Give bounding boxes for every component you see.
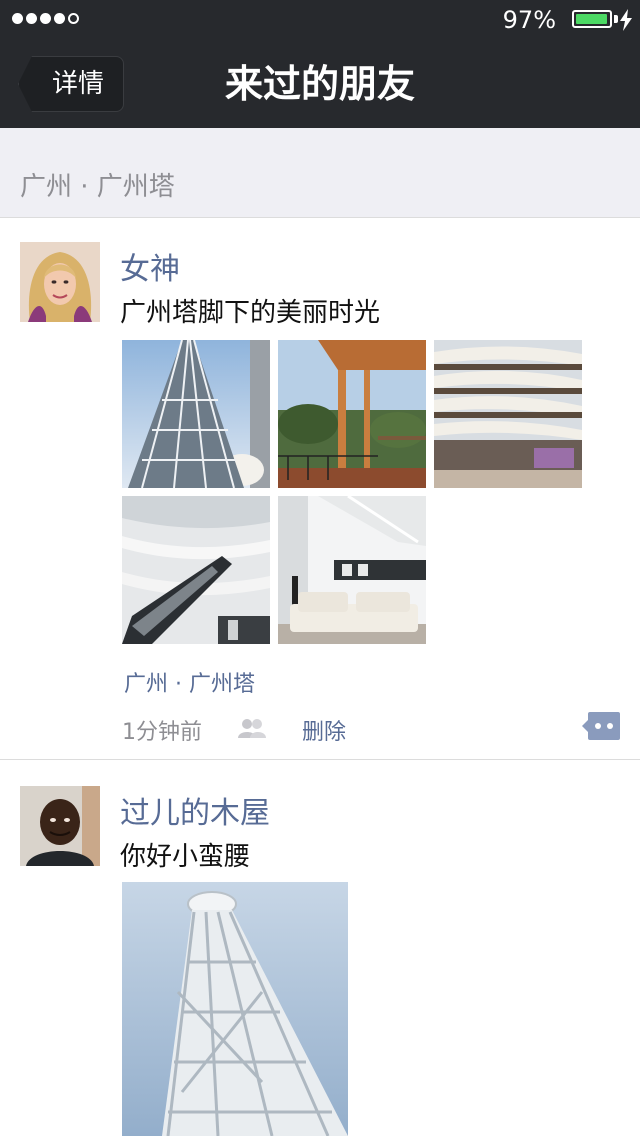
post-location-link[interactable]: 广州 · 广州塔 (124, 666, 255, 698)
photo-thumbnail[interactable] (122, 496, 270, 644)
comment-icon[interactable] (582, 712, 620, 740)
post-item: 过儿的木屋 你好小蛮腰 (0, 760, 640, 1136)
page-title: 来过的朋友 (224, 62, 415, 106)
photo-thumbnail[interactable] (122, 340, 270, 488)
battery-cap (614, 15, 618, 23)
delete-button[interactable]: 删除 (302, 714, 346, 746)
battery-percent: 97% (502, 6, 556, 34)
photo-thumbnail[interactable] (278, 496, 426, 644)
photo-thumbnail[interactable] (122, 882, 348, 1136)
status-bar: 97% (0, 0, 640, 40)
post-text: 你好小蛮腰 (120, 842, 251, 872)
avatar[interactable] (20, 786, 100, 866)
friends-icon[interactable] (236, 718, 268, 738)
location-header-text: 广州 · 广州塔 (20, 172, 175, 202)
post-text: 广州塔脚下的美丽时光 (120, 298, 381, 328)
battery-icon (572, 10, 612, 28)
top-bar: 97% 详情 来过的朋友 (0, 0, 640, 128)
post-item: 女神 广州塔脚下的美丽时光 广州 · 广州塔 1分钟前 删除 (0, 218, 640, 760)
photo-thumbnail[interactable] (278, 340, 426, 488)
location-header: 广州 · 广州塔 (0, 128, 640, 218)
post-author-name[interactable]: 过儿的木屋 (120, 788, 270, 832)
post-timestamp: 1分钟前 (122, 720, 202, 745)
charging-bolt-icon (620, 9, 632, 31)
avatar[interactable] (20, 242, 100, 322)
photo-thumbnail[interactable] (434, 340, 582, 488)
post-author-name[interactable]: 女神 (120, 244, 180, 288)
signal-strength-icon (12, 13, 79, 24)
